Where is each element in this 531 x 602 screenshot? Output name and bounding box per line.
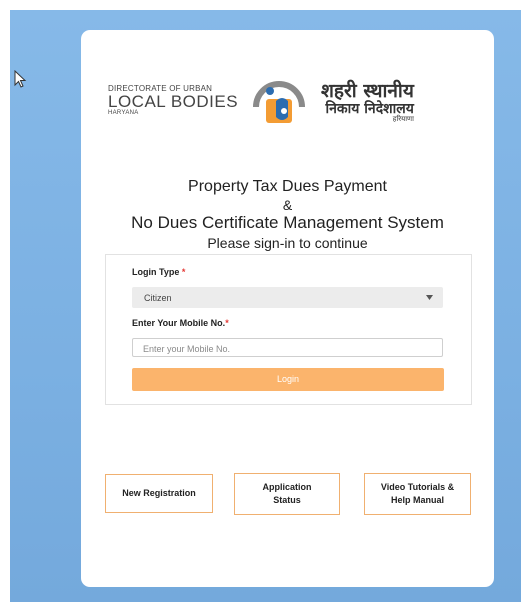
sign-in-subtitle: Please sign-in to continue: [207, 235, 368, 251]
video-tutorials-button[interactable]: Video Tutorials & Help Manual: [364, 473, 471, 515]
mobile-number-input[interactable]: Enter your Mobile No.: [132, 338, 443, 357]
logo-english-text: DIRECTORATE OF URBAN LOCAL BODIES HARYAN…: [108, 85, 239, 117]
logo-hi-line3: हरियाणा: [392, 115, 414, 123]
application-status-label: Application Status: [262, 481, 312, 506]
login-type-value: Citizen: [144, 293, 172, 303]
chevron-down-icon: [426, 295, 433, 300]
mouse-pointer-icon: [14, 70, 27, 88]
video-tutorials-label: Video Tutorials & Help Manual: [380, 481, 455, 506]
page-title-line1: Property Tax Dues Payment: [188, 178, 387, 195]
login-type-select[interactable]: Citizen: [132, 287, 443, 308]
login-card: DIRECTORATE OF URBAN LOCAL BODIES HARYAN…: [81, 30, 494, 587]
new-registration-label: New Registration: [122, 487, 196, 498]
new-registration-button[interactable]: New Registration: [105, 474, 213, 513]
logo-hindi-text: शहरी स्थानीय निकाय निदेशालय हरियाणा: [321, 82, 414, 123]
ulb-emblem-icon: [253, 81, 305, 123]
page-title-line2: No Dues Certificate Management System: [131, 213, 444, 232]
mobile-label: Enter Your Mobile No.*: [132, 318, 229, 328]
page-title-ampersand: &: [282, 197, 293, 213]
department-logo: DIRECTORATE OF URBAN LOCAL BODIES HARYAN…: [106, 77, 471, 127]
required-asterisk: *: [225, 318, 229, 328]
logo-hi-line2: निकाय निदेशालय: [325, 101, 414, 117]
logo-hi-line1: शहरी स्थानीय: [321, 80, 414, 102]
login-form: Login Type * Citizen Enter Your Mobile N…: [105, 254, 472, 405]
application-status-button[interactable]: Application Status: [234, 473, 340, 515]
required-asterisk: *: [181, 267, 186, 277]
login-type-label: Login Type *: [132, 267, 186, 277]
logo-en-line2: LOCAL BODIES: [108, 92, 239, 111]
login-button[interactable]: Login: [132, 368, 444, 391]
